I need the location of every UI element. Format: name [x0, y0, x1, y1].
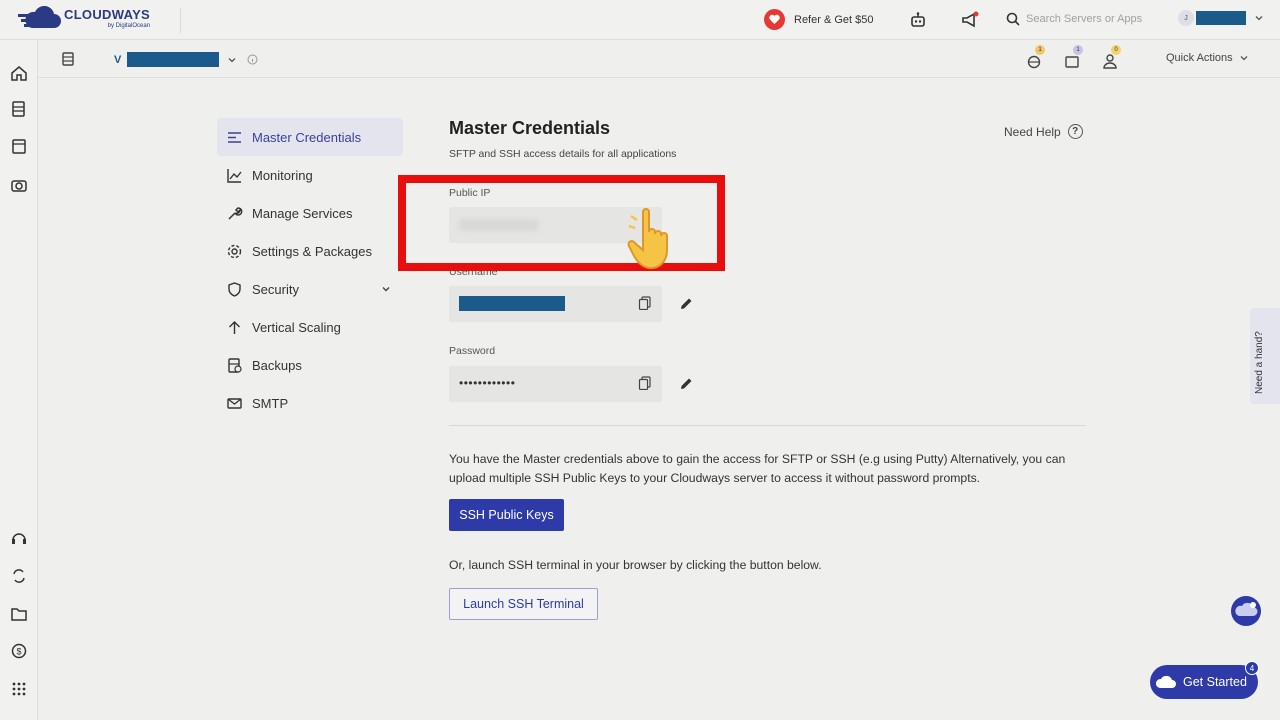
ssh-public-keys-button[interactable]: SSH Public Keys: [449, 499, 564, 531]
megaphone-icon[interactable]: [961, 11, 979, 29]
credentials-info-text: You have the Master credentials above to…: [449, 452, 1066, 485]
edit-icon[interactable]: [678, 376, 694, 392]
menu-item-label: Backups: [252, 357, 302, 373]
menu-item-smtp[interactable]: SMTP: [217, 384, 403, 422]
chat-bot-button[interactable]: [1231, 596, 1261, 626]
menu-item-vertical-scaling[interactable]: Vertical Scaling: [217, 308, 403, 346]
billing-icon[interactable]: $: [10, 642, 28, 660]
server-stack-icon[interactable]: [60, 51, 76, 67]
cloud-bot-icon: [1235, 602, 1258, 616]
menu-item-label: Security: [252, 281, 299, 297]
window-badge: 1: [1073, 45, 1083, 55]
terminal-info-text: Or, launch SSH terminal in your browser …: [449, 558, 822, 572]
launch-ssh-terminal-button[interactable]: Launch SSH Terminal: [449, 588, 598, 620]
menu-item-backups[interactable]: Backups: [217, 346, 403, 384]
avatar: J: [1178, 10, 1194, 26]
search-icon: [1006, 12, 1020, 26]
home-icon[interactable]: [10, 64, 28, 82]
need-help-label: Need Help: [1004, 124, 1061, 139]
chevron-down-icon: [382, 287, 390, 292]
quick-actions-dropdown[interactable]: Quick Actions: [1166, 52, 1249, 64]
server-name-redacted: [127, 52, 220, 67]
cloud-logo-icon: [18, 6, 61, 28]
menu-item-label: Vertical Scaling: [252, 319, 341, 335]
cloudways-logo[interactable]: CLOUDWAYS by DigitalOcean: [18, 6, 150, 32]
transfer-icon[interactable]: [10, 567, 28, 585]
page-subtitle: SFTP and SSH access details for all appl…: [449, 148, 677, 160]
support-icon[interactable]: [10, 529, 28, 547]
menu-item-label: SMTP: [252, 395, 289, 411]
server-bar: V 1 1 0 Quick Actions: [38, 40, 1280, 78]
page-title: Master Credentials: [449, 118, 611, 138]
menu-item-settings-packages[interactable]: Settings & Packages: [217, 232, 403, 270]
brand-sub: by DigitalOcean: [107, 23, 151, 29]
applications-icon[interactable]: [10, 138, 28, 156]
list-icon: [228, 131, 241, 143]
pointing-hand-icon: [627, 208, 668, 270]
backup-icon: [228, 357, 242, 373]
user-name-redacted: [1196, 11, 1246, 25]
arrow-up-icon: [229, 320, 240, 334]
left-rail: $: [0, 40, 38, 720]
network-badge: 1: [1035, 45, 1045, 55]
get-started-label: Get Started: [1183, 675, 1247, 689]
password-value: ••••••••••••: [459, 376, 516, 390]
password-label: Password: [449, 345, 496, 357]
chevron-down-icon: [1255, 16, 1263, 21]
user-badge: 0: [1111, 45, 1121, 55]
copy-icon[interactable]: [638, 296, 652, 310]
heart-icon: [764, 9, 785, 30]
refer-link[interactable]: Refer & Get $50: [764, 9, 874, 30]
master-credentials-panel: Master Credentials SFTP and SSH access d…: [449, 118, 1089, 620]
chart-line-icon: [227, 168, 242, 183]
divider: [449, 425, 1086, 426]
camera-icon[interactable]: [10, 176, 28, 194]
shield-icon: [228, 281, 241, 297]
mail-icon: [227, 397, 242, 409]
quick-actions-label: Quick Actions: [1166, 52, 1233, 64]
username-redacted: [459, 296, 565, 311]
folder-icon[interactable]: [10, 605, 28, 623]
need-help-link[interactable]: Need Help ?: [1004, 124, 1083, 139]
divider: [180, 8, 181, 34]
menu-item-master-credentials[interactable]: Master Credentials: [217, 118, 403, 156]
need-a-hand-label: Need a hand?: [1254, 331, 1265, 394]
info-icon[interactable]: [247, 54, 258, 65]
server-management-menu: Master Credentials Monitoring Manage Ser…: [217, 118, 403, 422]
get-started-button[interactable]: Get Started: [1150, 665, 1258, 699]
cloud-icon: [1155, 675, 1176, 688]
chevron-down-icon: [228, 57, 236, 62]
apps-grid-icon[interactable]: [10, 680, 28, 698]
need-a-hand-tab[interactable]: Need a hand?: [1250, 308, 1280, 404]
menu-item-label: Master Credentials: [252, 129, 362, 145]
menu-item-label: Manage Services: [252, 205, 353, 221]
search-placeholder: Search Servers or Apps: [1026, 13, 1143, 25]
copy-icon[interactable]: [638, 376, 652, 390]
username-field[interactable]: [449, 286, 662, 322]
svg-text:$: $: [16, 647, 21, 657]
gear-icon: [227, 244, 242, 258]
search-box[interactable]: Search Servers or Apps: [1006, 12, 1142, 26]
refer-label: Refer & Get $50: [794, 13, 874, 26]
brand-name: CLOUDWAYS: [64, 7, 151, 22]
chevron-down-icon: [1240, 56, 1248, 61]
server-selector[interactable]: V: [114, 52, 258, 67]
edit-icon[interactable]: [678, 296, 694, 312]
provider-badge: V: [114, 53, 122, 66]
menu-item-label: Settings & Packages: [252, 243, 372, 259]
menu-item-security[interactable]: Security: [217, 270, 403, 308]
top-bar: CLOUDWAYS by DigitalOcean Refer & Get $5…: [0, 0, 1280, 40]
server-icon[interactable]: [10, 100, 28, 118]
menu-item-label: Monitoring: [252, 167, 313, 183]
bot-icon[interactable]: [909, 11, 927, 29]
user-menu[interactable]: J: [1178, 10, 1264, 26]
get-started-badge: 4: [1245, 661, 1259, 675]
password-field[interactable]: ••••••••••••: [449, 366, 662, 402]
wrench-icon: [228, 206, 243, 220]
menu-item-monitoring[interactable]: Monitoring: [217, 156, 403, 194]
question-icon: ?: [1067, 124, 1083, 139]
menu-item-manage-services[interactable]: Manage Services: [217, 194, 403, 232]
